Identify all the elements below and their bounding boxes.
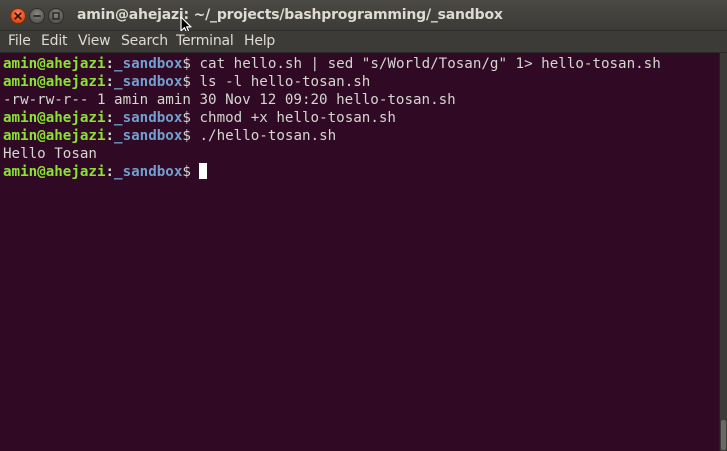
terminal-output[interactable]: amin@ahejazi:_sandbox$ cat hello.sh | se… <box>0 53 719 451</box>
terminal-window: amin@ahejazi: ~/_projects/bashprogrammin… <box>0 0 727 451</box>
prompt-symbol: $ <box>182 164 200 180</box>
prompt-path: _sandbox <box>114 56 183 72</box>
terminal-line: amin@ahejazi:_sandbox$ ls -l hello-tosan… <box>3 73 370 91</box>
terminal-line: amin@ahejazi:_sandbox$ chmod +x hello-to… <box>3 109 396 127</box>
prompt-path: _sandbox <box>114 128 183 144</box>
prompt-user: amin@ahejazi <box>3 56 106 72</box>
prompt-symbol: $ <box>182 56 200 72</box>
menu-terminal[interactable]: Terminal <box>176 33 234 49</box>
command-text: cat hello.sh | sed "s/World/Tosan/g" 1> … <box>199 56 661 72</box>
menu-edit[interactable]: Edit <box>41 33 68 49</box>
prompt-separator: : <box>105 110 115 126</box>
prompt-path: _sandbox <box>114 164 183 180</box>
scrollbar-thumb[interactable] <box>721 420 726 450</box>
minimize-button[interactable] <box>29 8 45 24</box>
prompt-path: _sandbox <box>114 74 183 90</box>
output-text: -rw-rw-r-- 1 amin amin 30 Nov 12 09:20 h… <box>3 92 456 108</box>
terminal-line: -rw-rw-r-- 1 amin amin 30 Nov 12 09:20 h… <box>3 91 456 109</box>
terminal-line: Hello Tosan <box>3 145 97 163</box>
menu-search[interactable]: Search <box>121 33 168 49</box>
prompt-user: amin@ahejazi <box>3 74 106 90</box>
prompt-user: amin@ahejazi <box>3 128 106 144</box>
prompt-symbol: $ <box>182 74 200 90</box>
prompt-symbol: $ <box>182 110 200 126</box>
maximize-icon <box>52 12 60 20</box>
prompt-separator: : <box>105 74 115 90</box>
command-text: ls -l hello-tosan.sh <box>199 74 371 90</box>
prompt-separator: : <box>105 56 115 72</box>
prompt-separator: : <box>105 164 115 180</box>
vertical-scrollbar[interactable] <box>719 53 727 451</box>
prompt-separator: : <box>105 128 115 144</box>
terminal-line: amin@ahejazi:_sandbox$ ./hello-tosan.sh <box>3 127 336 145</box>
menu-help[interactable]: Help <box>244 33 275 49</box>
prompt-user: amin@ahejazi <box>3 110 106 126</box>
menu-view[interactable]: View <box>78 33 111 49</box>
window-title: amin@ahejazi: ~/_projects/bashprogrammin… <box>77 7 503 23</box>
command-text: chmod +x hello-tosan.sh <box>199 110 396 126</box>
prompt-symbol: $ <box>182 128 200 144</box>
terminal-line: amin@ahejazi:_sandbox$ <box>3 163 208 181</box>
menu-file[interactable]: File <box>8 33 31 49</box>
output-text: Hello Tosan <box>3 146 97 162</box>
terminal-cursor <box>199 163 208 179</box>
title-bar[interactable]: amin@ahejazi: ~/_projects/bashprogrammin… <box>0 0 727 35</box>
close-icon <box>14 12 22 20</box>
minimize-icon <box>33 15 41 17</box>
terminal-line: amin@ahejazi:_sandbox$ cat hello.sh | se… <box>3 55 661 73</box>
close-button[interactable] <box>10 8 26 24</box>
menu-bar: File Edit View Search Terminal Help <box>0 31 727 53</box>
prompt-path: _sandbox <box>114 110 183 126</box>
command-text: ./hello-tosan.sh <box>199 128 337 144</box>
maximize-button[interactable] <box>48 8 64 24</box>
prompt-user: amin@ahejazi <box>3 164 106 180</box>
